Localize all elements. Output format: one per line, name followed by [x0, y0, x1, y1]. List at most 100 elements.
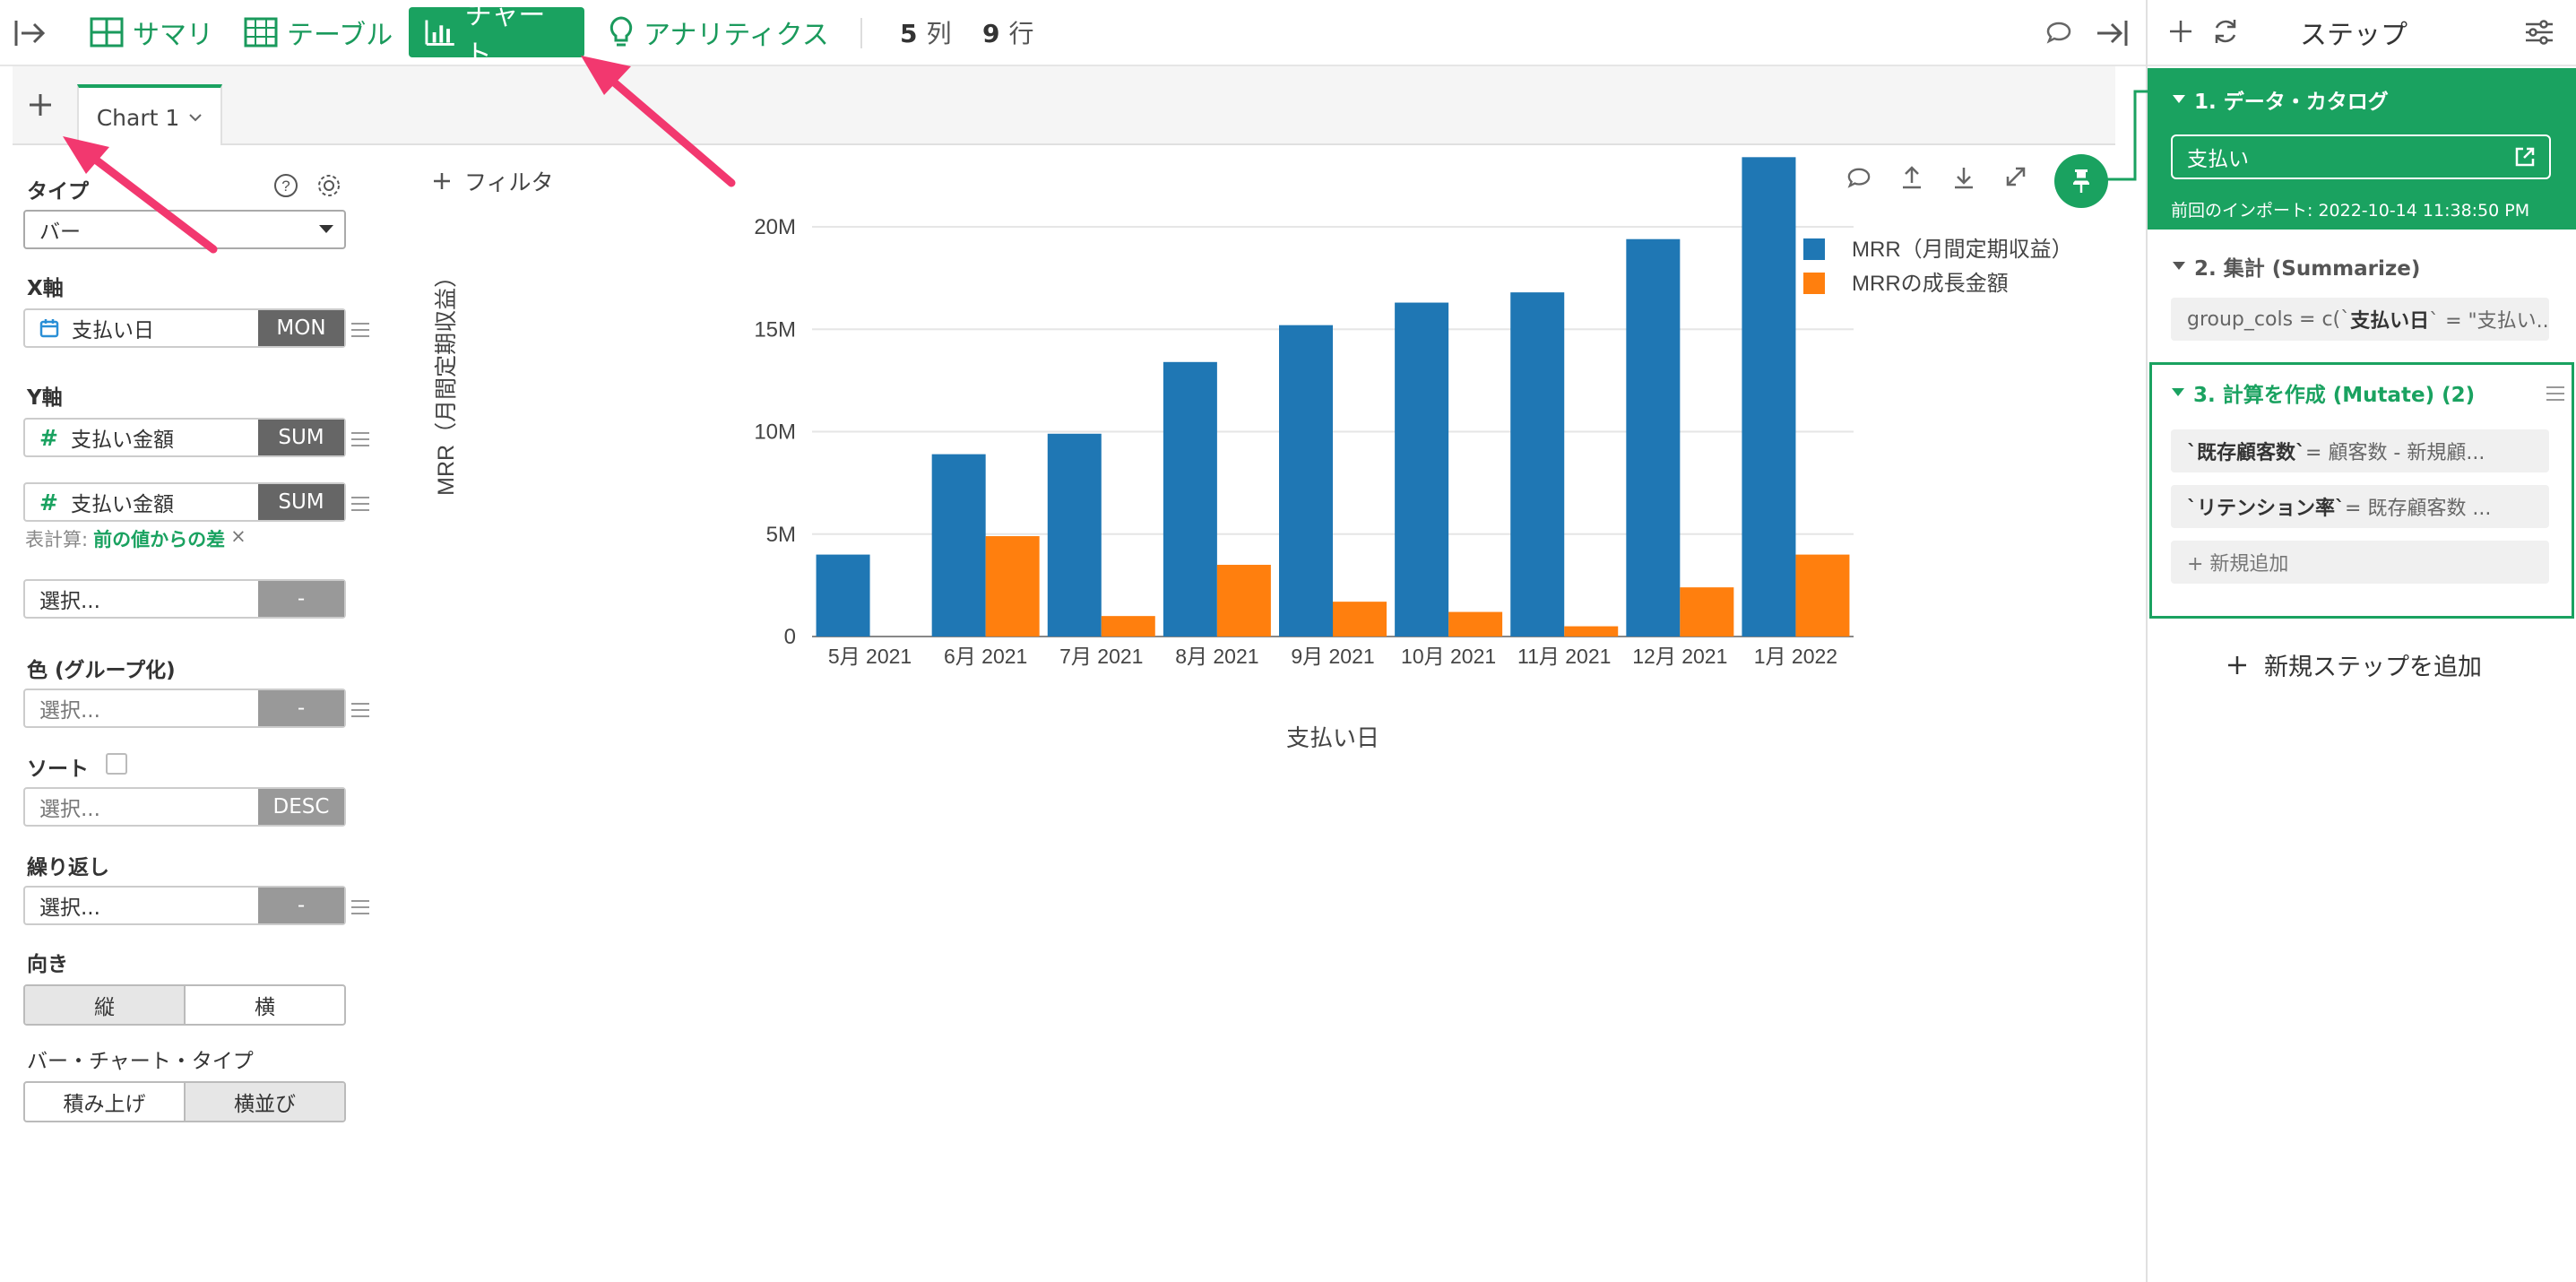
bar-growth [1680, 587, 1734, 637]
number-icon: # [39, 424, 58, 451]
bar-type-label: バー・チャート・タイプ [27, 1050, 254, 1073]
bar-growth [1101, 616, 1155, 637]
number-icon: # [39, 489, 58, 515]
y-tick-label: 0 [784, 625, 796, 649]
repeat-select[interactable]: 選択... - [23, 886, 346, 925]
orientation-toggle: 縦 横 [23, 984, 346, 1026]
bar-type-side-by-side[interactable]: 横並び [184, 1083, 344, 1121]
sort-select-placeholder: 選択... [39, 798, 100, 821]
bar-mrr [1163, 361, 1217, 637]
add-step-button[interactable]: 新規ステップを追加 [2226, 647, 2482, 682]
table-calc-remove[interactable]: × [230, 525, 246, 552]
bar-chart: 0 5M 10M 15M 20M 5月 2021 6月 2021 7月 2021 8月 2021… [434, 157, 2073, 751]
chart-tab-1[interactable]: Chart 1 [77, 84, 222, 147]
steps-panel: ステップ 1. データ・カタログ 支払い 前回のインポート: 2022-10-1… [2146, 0, 2576, 1282]
external-link-icon[interactable] [2513, 145, 2537, 169]
step-2-code-b: 支払い日 [2350, 310, 2430, 333]
x-tick-label: 12月 2021 [1632, 645, 1727, 668]
step-2-code-a: group_cols = c(` [2187, 308, 2351, 331]
bar-mrr [1510, 292, 1565, 637]
y-axis-field-1[interactable]: # 支払い金額 SUM [23, 418, 346, 457]
y-axis-add-placeholder: 選択... [39, 590, 100, 613]
color-label: 色 (グループ化) [27, 659, 176, 682]
table-calc: 表計算: 前の値からの差 × [25, 525, 246, 552]
y-axis-field-2[interactable]: # 支払い金額 SUM [23, 482, 346, 522]
row-count-value: 9 [982, 19, 1000, 48]
chart-config-panel: タイプ ? バー X軸 支払い日 MON Y軸 # 支払い金額 SUM # 支払い金… [13, 145, 369, 1282]
y-axis-add-select[interactable]: 選択... - [23, 579, 346, 619]
data-source-field[interactable]: 支払い [2171, 134, 2551, 179]
x-tick-label: 7月 2021 [1059, 645, 1143, 668]
step-2-code[interactable]: group_cols = c(` 支払い日 ` = "支払い... [2171, 298, 2549, 341]
tab-summary[interactable]: サマリ [73, 7, 229, 57]
orientation-horizontal[interactable]: 横 [184, 986, 344, 1024]
step-data-catalog[interactable]: 1. データ・カタログ 支払い 前回のインポート: 2022-10-14 11:… [2148, 68, 2576, 230]
color-select-placeholder: 選択... [39, 699, 100, 723]
color-agg[interactable]: - [258, 690, 344, 726]
x-axis-field-name: 支払い日 [72, 319, 154, 342]
x-axis-field[interactable]: 支払い日 MON [23, 308, 346, 348]
x-axis-agg-button[interactable]: MON [258, 310, 344, 346]
orientation-vertical[interactable]: 縦 [25, 986, 184, 1024]
repeat-agg[interactable]: - [258, 888, 344, 923]
top-toolbar: サマリ テーブル チャート アナリティクス 5列 9行 [0, 0, 2146, 71]
step-3-menu-icon[interactable] [2546, 386, 2564, 401]
sort-direction-button[interactable]: DESC [258, 789, 344, 825]
sort-select[interactable]: 選択... DESC [23, 787, 346, 827]
step-2-title[interactable]: 2. 集計 (Summarize) [2173, 251, 2420, 282]
table-calc-prefix: 表計算: [25, 529, 89, 550]
color-select[interactable]: 選択... - [23, 689, 346, 728]
step-3-title[interactable]: 3. 計算を作成 (Mutate) (2) [2172, 377, 2475, 408]
chart-tab-label: Chart 1 [96, 104, 180, 131]
plus-icon [2228, 655, 2246, 674]
bar-growth [1448, 611, 1503, 637]
y-axis-field-1-name: 支払い金額 [70, 429, 174, 452]
comment-icon[interactable] [2045, 0, 2072, 66]
mutate-calc-2-expr: = 既存顧客数 ... [2345, 498, 2492, 520]
data-source-name: 支払い [2187, 148, 2249, 171]
x-tick-label: 10月 2021 [1401, 645, 1496, 668]
row-count: 9行 [982, 14, 1034, 50]
y-axis-add-agg[interactable]: - [258, 581, 344, 617]
y-axis-2-agg-button[interactable]: SUM [258, 484, 344, 520]
mutate-calc-2-name: `リテンション率` [2187, 498, 2346, 520]
column-count: 5列 [900, 14, 952, 50]
row-count-unit: 行 [1008, 19, 1034, 48]
settings-sliders-icon[interactable] [2524, 18, 2554, 47]
legend-swatch [1803, 273, 1825, 294]
help-icon[interactable]: ? [272, 172, 299, 203]
grid-icon [90, 17, 124, 48]
bar-growth [1564, 626, 1619, 637]
caret-down-icon [2173, 262, 2185, 270]
add-step-icon[interactable] [2167, 18, 2194, 45]
mutate-add-new[interactable]: + 新規追加 [2171, 541, 2549, 584]
gear-icon[interactable] [316, 172, 342, 203]
x-tick-label: 5月 2021 [828, 645, 912, 668]
tab-analytics[interactable]: アナリティクス [592, 7, 845, 57]
steps-title: ステップ [2300, 20, 2407, 51]
tab-table[interactable]: テーブル [228, 7, 409, 57]
sort-checkbox[interactable] [106, 753, 127, 775]
add-chart-icon[interactable] [27, 91, 54, 122]
tab-chart[interactable]: チャート [409, 0, 584, 71]
table-calc-value[interactable]: 前の値からの差 [93, 525, 225, 552]
repeat-label: 繰り返し [27, 856, 109, 879]
collapse-left-icon[interactable] [13, 0, 48, 66]
mutate-calc-1-expr: = 顧客数 - 新規顧... [2305, 442, 2485, 464]
last-import: 前回のインポート: 2022-10-14 11:38:50 PM [2171, 201, 2530, 221]
svg-text:?: ? [281, 178, 290, 195]
collapse-right-icon[interactable] [2094, 0, 2130, 66]
mutate-calc-1[interactable]: `既存顧客数` = 顧客数 - 新規顧... [2171, 429, 2549, 472]
y-axis-1-agg-button[interactable]: SUM [258, 420, 344, 455]
refresh-icon[interactable] [2210, 16, 2241, 47]
y-axis-label: Y軸 [27, 386, 63, 410]
legend-label: MRRの成長金額 [1852, 272, 2009, 296]
bar-type-stacked[interactable]: 積み上げ [25, 1083, 184, 1121]
step-2-code-c: ` = "支払い... [2429, 310, 2549, 333]
chart-area: フィルタ 0 5M 10M 15M 20M 5月 2021 6月 2021 7月 2021 8月… [362, 145, 2115, 1282]
caret-down-icon [319, 225, 333, 233]
chart-type-select[interactable]: バー [23, 210, 346, 249]
x-tick-label: 6月 2021 [944, 645, 1027, 668]
mutate-calc-2[interactable]: `リテンション率` = 既存顧客数 ... [2171, 485, 2549, 528]
sort-label: ソート [27, 758, 89, 781]
